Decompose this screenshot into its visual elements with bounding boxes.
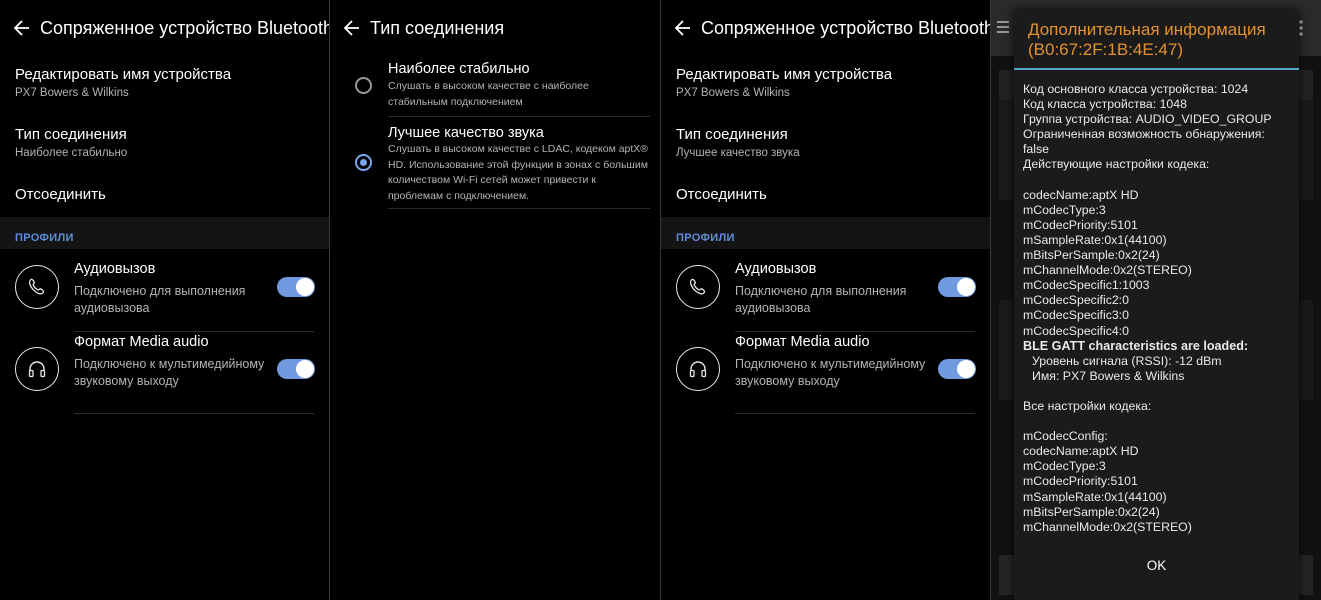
info-line: mCodecSpecific3:0 — [1023, 308, 1129, 323]
info-line: mChannelMode:0x2(STEREO) — [1023, 519, 1192, 534]
info-line: mCodecSpecific4:0 — [1023, 323, 1129, 338]
additional-info-dialog: Дополнительная информация (B0:67:2F:1B:4… — [1014, 10, 1299, 600]
info-line: mBitsPerSample:0x2(24) — [1023, 248, 1160, 263]
dialog-title-mac: (B0:67:2F:1B:4E:47) — [1028, 40, 1183, 59]
headphones-icon — [676, 347, 720, 391]
profile-subtitle: Подключено к мультимедийному звуковому в… — [735, 357, 926, 388]
page-title: Сопряженное устройство Bluetooth — [701, 18, 990, 38]
divider — [735, 413, 975, 414]
profile-subtitle: Подключено для выполнения аудиовызова — [735, 284, 907, 315]
row-title: Редактировать имя устройства — [676, 66, 893, 83]
section-label: ПРОФИЛИ — [676, 232, 735, 244]
profile-title: Аудиовызов — [74, 261, 156, 277]
info-line: codecName:aptX HD — [1023, 444, 1139, 459]
info-line: mSampleRate:0x1(44100) — [1023, 489, 1167, 504]
option-description: Слушать в высоком качестве с наиболее ст… — [388, 80, 589, 108]
profile-title: Формат Media audio — [74, 334, 209, 350]
headphones-icon — [15, 347, 59, 391]
phone-icon — [15, 265, 59, 309]
dialog-content[interactable]: Код основного класса устройства: 1024 Ко… — [1023, 82, 1293, 550]
info-line: mCodecConfig: — [1023, 429, 1108, 444]
row-subtitle: PX7 Bowers & Wilkins — [15, 87, 129, 99]
bluetooth-device-screen-1: Сопряженное устройство Bluetooth Редакти… — [0, 0, 329, 600]
option-title: Наиболее стабильно — [388, 61, 530, 77]
info-line: mCodecSpecific2:0 — [1023, 293, 1129, 308]
page-title: Сопряженное устройство Bluetooth — [40, 18, 329, 38]
media-audio-toggle[interactable] — [277, 359, 315, 379]
dialog-title-line: Дополнительная информация — [1028, 20, 1266, 39]
audio-call-toggle[interactable] — [938, 277, 976, 297]
info-line: Все настройки кодека: — [1023, 398, 1152, 413]
menu-icon[interactable] — [996, 20, 1010, 34]
profile-subtitle: Подключено для выполнения аудиовызова — [74, 284, 246, 315]
info-line: mBitsPerSample:0x2(24) — [1023, 504, 1160, 519]
device-info-screen: Дополнительная информация (B0:67:2F:1B:4… — [991, 0, 1321, 600]
info-line: Группа устройства: AUDIO_VIDEO_GROUP — [1023, 112, 1272, 127]
disconnect-button[interactable]: Отсоединить — [676, 186, 767, 203]
radio-button[interactable] — [355, 77, 372, 94]
row-title: Редактировать имя устройства — [15, 66, 232, 83]
divider — [74, 413, 314, 414]
info-line: mCodecType:3 — [1023, 202, 1106, 217]
phone-icon — [676, 265, 720, 309]
back-arrow-icon[interactable] — [342, 18, 362, 38]
info-line: Код класса устройства: 1048 — [1023, 97, 1187, 112]
disconnect-button[interactable]: Отсоединить — [15, 186, 106, 203]
row-title: Тип соединения — [15, 126, 127, 143]
info-line: mCodecType:3 — [1023, 459, 1106, 474]
info-line: mCodecPriority:5101 — [1023, 217, 1138, 232]
connection-type-screen: Тип соединения Наиболее стабильно Слушат… — [330, 0, 660, 600]
divider — [388, 116, 650, 117]
row-subtitle: Лучшее качество звука — [676, 147, 800, 159]
divider — [388, 208, 650, 209]
section-label: ПРОФИЛИ — [15, 232, 74, 244]
option-title: Лучшее качество звука — [388, 125, 544, 141]
info-line: Код основного класса устройства: 1024 — [1023, 82, 1249, 96]
bluetooth-device-screen-2: Сопряженное устройство Bluetooth Редакти… — [661, 0, 990, 600]
divider — [74, 331, 314, 332]
dialog-title: Дополнительная информация (B0:67:2F:1B:4… — [1028, 20, 1266, 60]
media-audio-toggle[interactable] — [938, 359, 976, 379]
row-subtitle: Наиболее стабильно — [15, 147, 128, 159]
audio-call-toggle[interactable] — [277, 277, 315, 297]
radio-button-selected[interactable] — [355, 154, 372, 171]
profile-title: Формат Media audio — [735, 334, 870, 350]
ok-button[interactable]: OK — [1014, 558, 1299, 573]
page-title: Тип соединения — [370, 18, 505, 38]
info-line: codecName:aptX HD — [1023, 187, 1139, 202]
info-line: Уровень сигнала (RSSI): -12 dBm — [1032, 353, 1222, 368]
info-heading: BLE GATT characteristics are loaded: — [1023, 338, 1249, 353]
divider — [735, 331, 975, 332]
info-line: mCodecPriority:5101 — [1023, 474, 1138, 489]
info-line: mSampleRate:0x1(44100) — [1023, 232, 1167, 247]
info-line: mChannelMode:0x2(STEREO) — [1023, 263, 1192, 278]
back-arrow-icon[interactable] — [673, 18, 693, 38]
dialog-title-divider — [1014, 68, 1299, 70]
back-arrow-icon[interactable] — [12, 18, 32, 38]
row-subtitle: PX7 Bowers & Wilkins — [676, 87, 790, 99]
info-line: mCodecSpecific1:1003 — [1023, 278, 1150, 293]
option-description: Слушать в высоком качестве с LDAC, кодек… — [388, 143, 649, 202]
info-line: Имя: PX7 Bowers & Wilkins — [1032, 368, 1185, 383]
row-title: Тип соединения — [676, 126, 788, 143]
profile-subtitle: Подключено к мультимедийному звуковому в… — [74, 357, 265, 388]
profile-title: Аудиовызов — [735, 261, 817, 277]
info-line: Действующие настройки кодека: — [1023, 157, 1210, 172]
info-line: Ограниченная возможность обнаружения: fa… — [1023, 127, 1265, 157]
